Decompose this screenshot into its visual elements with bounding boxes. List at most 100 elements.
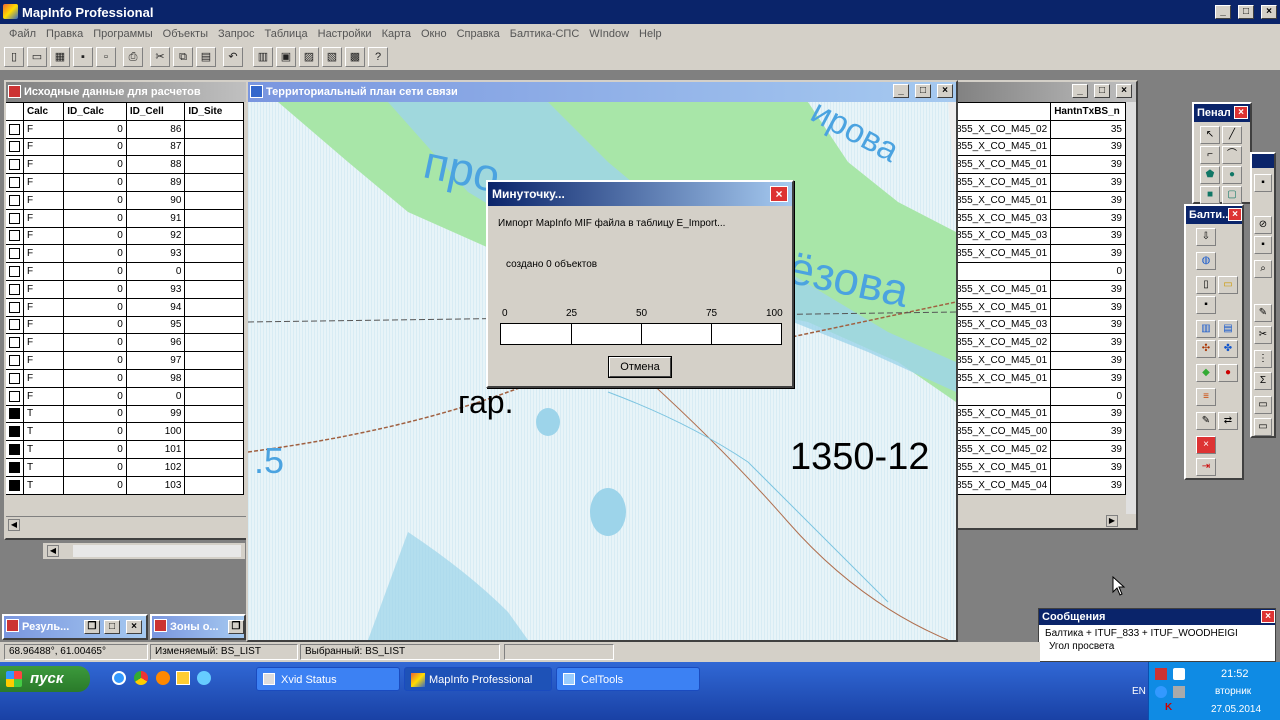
table-row[interactable]: 855_X_CO_M45_01 39 (951, 351, 1126, 370)
cell-id-cell[interactable]: 96 (125, 333, 186, 353)
cell-id-site[interactable] (184, 333, 244, 353)
cell-name[interactable]: 855_X_CO_M45_01 (951, 404, 1052, 424)
row-selector[interactable] (6, 404, 24, 424)
tool-icon[interactable]: ⊘ (1254, 216, 1272, 234)
close-button[interactable]: × (1234, 106, 1248, 119)
cell-name[interactable]: 855_X_CO_M45_02 (951, 440, 1052, 459)
new-file-icon[interactable]: ▯ (1196, 276, 1216, 294)
menu-item[interactable]: Карта (377, 28, 416, 40)
cell-id-site[interactable] (184, 190, 244, 210)
row-checkbox[interactable] (9, 426, 20, 438)
language-indicator[interactable]: EN (1132, 686, 1146, 697)
cell-calc[interactable]: T (22, 404, 65, 424)
horizontal-scrollbar[interactable]: ◀ (6, 516, 246, 532)
table-row[interactable]: F 0 90 (6, 190, 244, 210)
cell-id-calc[interactable]: 0 (63, 190, 127, 210)
minimize-button[interactable]: _ (1072, 84, 1088, 98)
row-selector[interactable] (6, 279, 24, 299)
cell-name[interactable]: 855_X_CO_M45_01 (951, 173, 1052, 192)
cell-id-calc[interactable]: 0 (63, 315, 127, 335)
cell-hantntxbs[interactable]: 39 (1050, 368, 1126, 388)
maximize-button[interactable]: □ (104, 620, 120, 634)
cell-calc[interactable]: F (22, 226, 65, 246)
cell-hantntxbs[interactable]: 39 (1050, 244, 1126, 264)
row-checkbox[interactable] (9, 390, 20, 402)
cell-id-calc[interactable]: 0 (63, 173, 127, 192)
layers-icon[interactable]: ◆ (1196, 364, 1216, 382)
messages-titlebar[interactable]: Сообщения × (1039, 609, 1275, 625)
cell-hantntxbs[interactable]: 0 (1050, 262, 1126, 281)
cell-name[interactable]: 855_X_CO_M45_01 (951, 457, 1052, 477)
horizontal-scrollbar[interactable]: ▶ (952, 514, 1136, 528)
table-row[interactable]: F 0 91 (6, 208, 244, 228)
menu-item[interactable]: Балтика-СПС (505, 28, 585, 40)
row-checkbox[interactable] (9, 461, 20, 473)
scroll-left-icon[interactable]: ◀ (47, 545, 59, 557)
cell-calc[interactable]: F (22, 119, 65, 139)
row-checkbox[interactable] (9, 283, 20, 295)
cell-id-calc[interactable]: 0 (63, 208, 127, 228)
table-row[interactable]: F 0 95 (6, 315, 244, 335)
cell-hantntxbs[interactable]: 39 (1050, 315, 1126, 335)
table-row[interactable]: F 0 86 (6, 119, 244, 139)
scroll-track[interactable] (73, 545, 241, 557)
row-selector[interactable] (6, 155, 24, 175)
row-selector[interactable] (6, 244, 24, 264)
menu-item[interactable]: Правка (41, 28, 88, 40)
menu-item[interactable]: Окно (416, 28, 452, 40)
minimized-window-results[interactable]: Резуль... ❐ □ × (2, 614, 148, 640)
save-copy-icon[interactable]: ▫ (96, 47, 116, 67)
table-row[interactable]: T 0 99 (6, 404, 244, 424)
cell-name[interactable]: 855_X_CO_M45_03 (951, 226, 1052, 246)
cell-calc[interactable]: F (22, 155, 65, 175)
cancel-button[interactable]: Отмена (608, 356, 672, 378)
maximize-button[interactable]: □ (915, 84, 931, 98)
undo-icon[interactable]: ↶ (223, 47, 243, 67)
cell-calc[interactable]: T (22, 422, 65, 442)
cell-hantntxbs[interactable]: 39 (1050, 351, 1126, 370)
polygon-tool-icon[interactable]: ⬟ (1200, 166, 1220, 184)
tool-icon[interactable]: ✎ (1254, 304, 1272, 322)
table-row[interactable]: 855_X_CO_M45_02 39 (951, 440, 1126, 459)
cell-hantntxbs[interactable]: 39 (1050, 137, 1126, 157)
col-hantntxbs[interactable]: HantnTxBS_n (1050, 102, 1126, 121)
task-celtools[interactable]: CelTools (556, 667, 700, 691)
table-row[interactable]: F 0 97 (6, 351, 244, 370)
network-icon[interactable]: ✣ (1196, 340, 1216, 358)
cell-id-site[interactable] (184, 262, 244, 281)
table-row[interactable]: 855_X_CO_M45_01 39 (951, 297, 1126, 317)
cell-hantntxbs[interactable]: 39 (1050, 173, 1126, 192)
cell-id-cell[interactable]: 99 (125, 404, 186, 424)
col-id-site[interactable]: ID_Site (184, 102, 244, 121)
cell-id-cell[interactable]: 94 (125, 297, 186, 317)
row-selector[interactable] (6, 262, 24, 281)
chrome-icon[interactable] (134, 671, 148, 685)
tool-icon[interactable]: ▭ (1254, 418, 1272, 436)
table-row[interactable]: 855_X_CO_M45_01 39 (951, 244, 1126, 264)
cell-hantntxbs[interactable]: 39 (1050, 190, 1126, 210)
row-checkbox[interactable] (9, 301, 20, 313)
table-row[interactable]: T 0 102 (6, 457, 244, 477)
tray-app-icon[interactable] (1173, 668, 1185, 680)
cell-id-site[interactable] (184, 155, 244, 175)
table-row[interactable]: 855_X_CO_M45_01 39 (951, 137, 1126, 157)
cell-id-cell[interactable]: 103 (125, 475, 186, 495)
cell-id-calc[interactable]: 0 (63, 422, 127, 442)
cell-id-calc[interactable]: 0 (63, 244, 127, 264)
cell-id-cell[interactable]: 92 (125, 226, 186, 246)
folder-icon[interactable]: ▤ (1218, 320, 1238, 338)
menu-item[interactable]: Help (634, 28, 667, 40)
open-icon[interactable]: ▭ (27, 47, 47, 67)
new-mapper-icon[interactable]: ▣ (276, 47, 296, 67)
maximize-button[interactable]: □ (1238, 5, 1254, 19)
cell-hantntxbs[interactable]: 39 (1050, 475, 1126, 495)
cell-name[interactable]: 855_X_CO_M45_03 (951, 208, 1052, 228)
row-checkbox[interactable] (9, 159, 20, 171)
zoom-icon[interactable]: ⌕ (1254, 260, 1272, 278)
rounded-rect-tool-icon[interactable]: ▢ (1222, 186, 1242, 204)
cell-hantntxbs[interactable]: 0 (1050, 386, 1126, 406)
row-checkbox[interactable] (9, 354, 20, 366)
cell-hantntxbs[interactable]: 39 (1050, 404, 1126, 424)
cell-id-calc[interactable]: 0 (63, 351, 127, 370)
row-selector[interactable] (6, 190, 24, 210)
